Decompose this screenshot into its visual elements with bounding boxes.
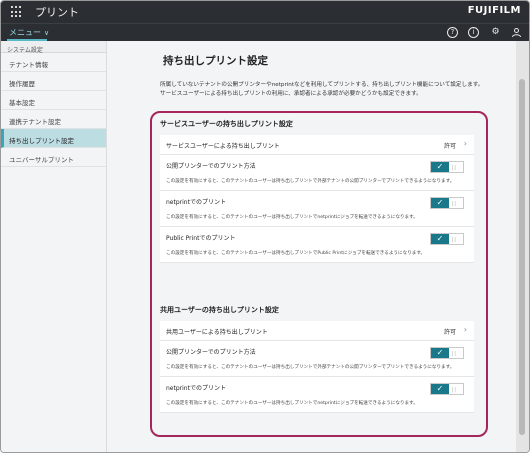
section-service-user: サービスユーザーの持ち出しプリント設定 サービスユーザーによる持ち出しプリント … (160, 119, 474, 263)
gear-icon[interactable]: ⚙ (490, 27, 501, 38)
sidebar: システム設定 テナント情報 操作履歴 基本設定 連携テナント設定 持ち出しプリン… (1, 41, 107, 452)
sidebar-item-universal-print[interactable]: ユニバーサルプリント (1, 148, 106, 167)
shared-netprint-toggle[interactable]: ✓ || (430, 383, 464, 395)
vertical-scrollbar[interactable] (516, 41, 529, 452)
row-description: この設定を有効にすると、このテナントのユーザーは持ち出しプリントでnetprin… (166, 401, 418, 406)
row-label: 共用ユーザーによる持ち出しプリント (166, 329, 268, 336)
chevron-right-icon: › (463, 139, 467, 148)
shared-user-takeout-link[interactable]: 共用ユーザーによる持ち出しプリント 許可 › (160, 321, 474, 341)
help-icon[interactable]: ? (447, 27, 458, 38)
info-icon[interactable]: i (468, 27, 479, 38)
check-icon: ✓ (431, 198, 449, 208)
top-bar: プリント FUJIFILM (1, 1, 529, 23)
shared-public-printer-toggle[interactable]: ✓ || (430, 347, 464, 359)
check-icon: ✓ (431, 348, 449, 358)
main-content: 持ち出しプリント設定 所属していないテナントの公開プリンターやnetprintな… (108, 41, 518, 452)
app-title: プリント (35, 6, 79, 19)
setting-row: Public Printでのプリント この設定を有効にすると、このテナントのユー… (160, 227, 474, 263)
row-label: 公開プリンターでのプリント方法 (166, 163, 256, 170)
page-description: 所属していないテナントの公開プリンターやnetprintなどを利用してプリントす… (160, 81, 505, 99)
row-description: この設定を有効にすると、このテナントのユーザーは持ち出しプリントで外部テナントの… (166, 365, 455, 370)
setting-row: 公開プリンターでのプリント方法 この設定を有効にすると、このテナントのユーザーは… (160, 341, 474, 377)
netprint-toggle[interactable]: ✓ || (430, 197, 464, 209)
row-description: この設定を有効にすると、このテナントのユーザーは持ち出しプリントで外部テナントの… (166, 179, 455, 184)
scrollbar-thumb[interactable] (519, 79, 525, 435)
menu-dropdown[interactable]: メニュー ∨ (9, 27, 49, 38)
row-description: この設定を有効にすると、このテナントのユーザーは持ち出しプリントでPublic … (166, 251, 426, 256)
row-value: 許可 (443, 143, 456, 150)
sidebar-item-linked-tenant[interactable]: 連携テナント設定 (1, 110, 106, 129)
row-label: 公開プリンターでのプリント方法 (166, 349, 256, 356)
page-title: 持ち出しプリント設定 (163, 55, 268, 67)
setting-row: 公開プリンターでのプリント方法 この設定を有効にすると、このテナントのユーザーは… (160, 155, 474, 191)
row-label: サービスユーザーによる持ち出しプリント (166, 143, 280, 150)
row-description: この設定を有効にすると、このテナントのユーザーは持ち出しプリントでnetprin… (166, 215, 418, 220)
menu-bar: メニュー ∨ ? i ⚙ (1, 23, 529, 41)
section-shared-user: 共用ユーザーの持ち出しプリント設定 共用ユーザーによる持ち出しプリント 許可 ›… (160, 305, 474, 413)
brand-logo: FUJIFILM (467, 5, 521, 16)
sidebar-item-tenant-info[interactable]: テナント情報 (1, 53, 106, 72)
row-label: netprintでのプリント (166, 199, 226, 206)
sidebar-item-operation-history[interactable]: 操作履歴 (1, 72, 106, 91)
description-line: サービスユーザーによる持ち出しプリントの利用に、承認者による承認が必要かどうかも… (160, 91, 422, 97)
chevron-down-icon: ∨ (44, 29, 50, 37)
row-label: netprintでのプリント (166, 385, 226, 392)
app-window: プリント FUJIFILM メニュー ∨ ? i ⚙ システム設定 テナント情報 … (0, 0, 530, 453)
public-printer-toggle[interactable]: ✓ || (430, 161, 464, 173)
setting-row: netprintでのプリント この設定を有効にすると、このテナントのユーザーは持… (160, 377, 474, 413)
check-icon: ✓ (431, 384, 449, 394)
menu-label: メニュー (9, 28, 41, 37)
check-icon: ✓ (431, 234, 449, 244)
public-print-toggle[interactable]: ✓ || (430, 233, 464, 245)
service-user-takeout-link[interactable]: サービスユーザーによる持ち出しプリント 許可 › (160, 135, 474, 155)
chevron-right-icon: › (463, 325, 467, 334)
sidebar-item-takeout-print[interactable]: 持ち出しプリント設定 (1, 129, 106, 148)
row-value: 許可 (443, 329, 456, 336)
sidebar-item-basic-settings[interactable]: 基本設定 (1, 91, 106, 110)
app-grid-icon[interactable] (11, 6, 23, 18)
check-icon: ✓ (431, 162, 449, 172)
sidebar-heading: システム設定 (1, 41, 106, 54)
setting-row: netprintでのプリント この設定を有効にすると、このテナントのユーザーは持… (160, 191, 474, 227)
section-title: 共用ユーザーの持ち出しプリント設定 (160, 306, 279, 314)
user-icon[interactable] (511, 27, 522, 38)
highlight-outline: サービスユーザーの持ち出しプリント設定 サービスユーザーによる持ち出しプリント … (150, 111, 488, 437)
section-title: サービスユーザーの持ち出しプリント設定 (160, 120, 293, 128)
description-line: 所属していないテナントの公開プリンターやnetprintなどを利用してプリントす… (160, 82, 484, 88)
row-label: Public Printでのプリント (166, 235, 236, 242)
